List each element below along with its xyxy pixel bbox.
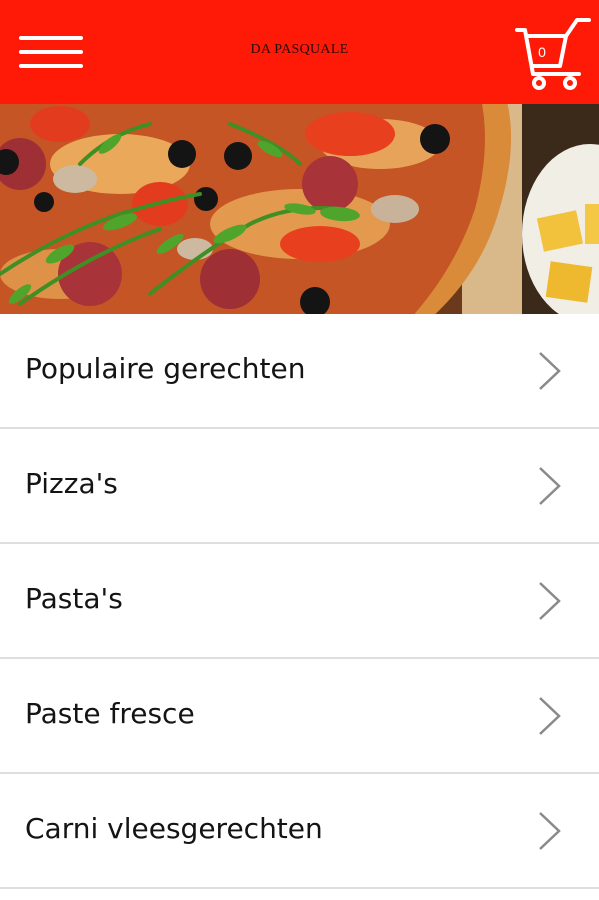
chevron-right-icon — [539, 812, 561, 850]
app-header: DA PASQUALE 0 — [0, 0, 599, 104]
chevron-right-icon — [539, 582, 561, 620]
category-label: Populaire gerechten — [25, 352, 306, 385]
cart-count-badge: 0 — [538, 44, 546, 60]
category-row-pizzas[interactable]: Pizza's — [0, 429, 599, 544]
category-row-paste-fresce[interactable]: Paste fresce — [0, 659, 599, 774]
category-list: Populaire gerechten Pizza's Pasta's Past… — [0, 314, 599, 889]
category-row-pastas[interactable]: Pasta's — [0, 544, 599, 659]
category-label: Pasta's — [25, 582, 123, 615]
category-label: Carni vleesgerechten — [25, 812, 323, 845]
app-title: DA PASQUALE — [250, 42, 349, 57]
category-label: Paste fresce — [25, 697, 195, 730]
chevron-right-icon — [539, 697, 561, 735]
chevron-right-icon — [539, 352, 561, 390]
category-label: Pizza's — [25, 467, 118, 500]
category-row-populaire-gerechten[interactable]: Populaire gerechten — [0, 314, 599, 429]
category-row-carni-vleesgerechten[interactable]: Carni vleesgerechten — [0, 774, 599, 889]
hero-pizza-image — [0, 104, 599, 314]
chevron-right-icon — [539, 467, 561, 505]
cart-button[interactable]: 0 — [514, 14, 594, 94]
